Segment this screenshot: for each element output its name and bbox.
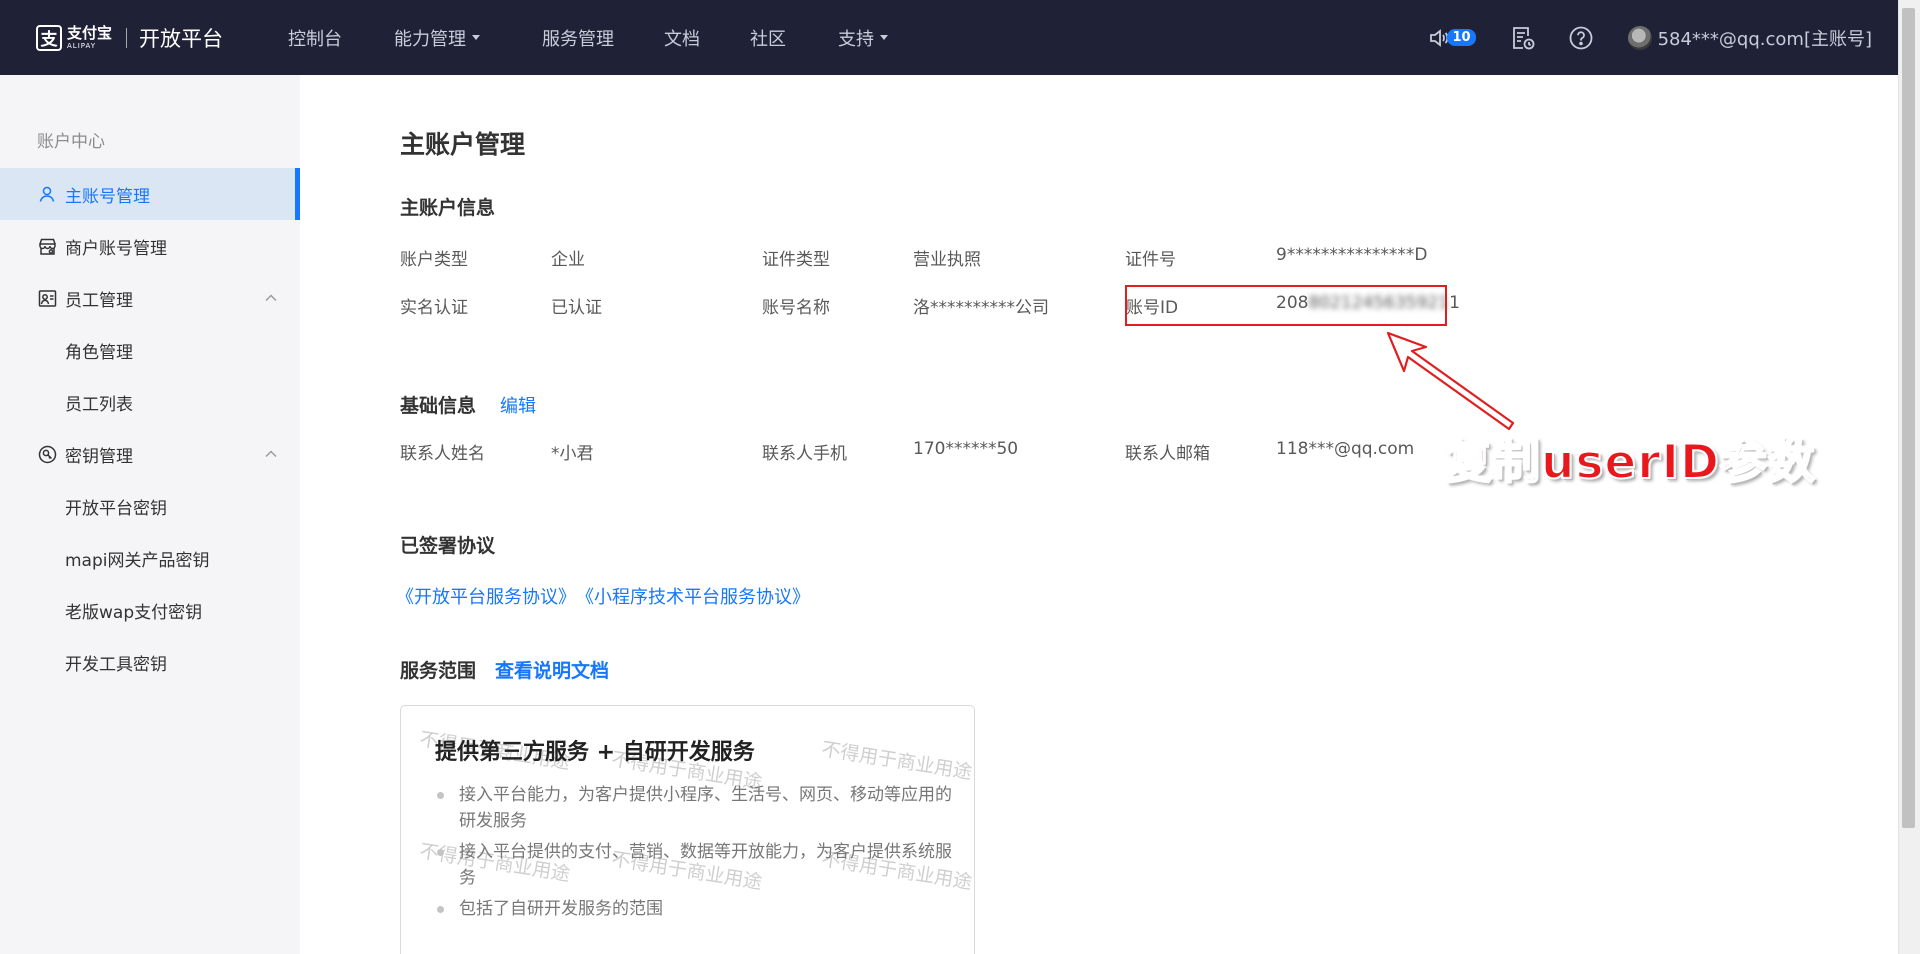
notification-button[interactable]: 10 [1427, 26, 1476, 50]
field-label-contact-email: 联系人邮箱 [1125, 444, 1210, 464]
user-menu[interactable]: 584***@qq.com[主账号] [1627, 25, 1872, 51]
watermark: 不得用于商业用途 [819, 738, 974, 784]
sidebar-item-devtool-key[interactable]: 开发工具密钥 [0, 636, 300, 688]
chevron-down-icon [880, 35, 888, 40]
top-navigation-bar: 支 支付宝 ALIPAY 开放平台 控制台 能力管理 服务管理 文档 社区 支持… [0, 0, 1898, 75]
field-label-cert-type: 证件类型 [762, 250, 830, 270]
field-value-contact-name: *小君 [551, 444, 594, 464]
user-account: 584***@qq.com[主账号] [1657, 28, 1872, 50]
sidebar-item-merchant-account[interactable]: 商户账号管理 [0, 220, 300, 272]
nav-service[interactable]: 服务管理 [542, 25, 614, 51]
nav-docs[interactable]: 文档 [664, 25, 700, 51]
chevron-up-icon [265, 294, 277, 301]
field-label-contact-name: 联系人姓名 [400, 444, 485, 464]
field-value-cert-type: 营业执照 [913, 250, 981, 270]
field-value-account-id[interactable]: 20880212456359211 [1276, 293, 1460, 313]
service-scope-title: 服务范围 [400, 660, 477, 682]
sidebar-item-mapi-key[interactable]: mapi网关产品密钥 [0, 532, 300, 584]
basic-info-title: 基础信息 [400, 395, 477, 417]
platform-title: 开放平台 [139, 26, 224, 51]
annotation-arrow [1386, 331, 1515, 431]
field-label-cert-number: 证件号 [1125, 250, 1176, 270]
scrollbar-thumb[interactable] [1902, 8, 1915, 828]
shop-icon [37, 236, 57, 256]
field-label-realname: 实名认证 [400, 298, 468, 318]
agreements-title: 已签署协议 [400, 535, 496, 557]
nav-community[interactable]: 社区 [750, 25, 786, 51]
alipay-logo[interactable]: 支 支付宝 ALIPAY 开放平台 [36, 23, 286, 53]
alipay-logo-mark: 支 [36, 24, 62, 51]
sidebar-item-staff-list[interactable]: 员工列表 [0, 376, 300, 428]
field-value-realname: 已认证 [551, 298, 602, 318]
annotation-label: 复制userID参数 [1444, 434, 1816, 491]
sidebar: 账户中心 主账号管理 商户账号管理 员工管理 角色管理 员工列表 密钥管理 开放… [0, 75, 300, 954]
brand-cn: 支付宝 [67, 23, 113, 42]
service-card-title: 提供第三方服务 + 自研开发服务 [435, 740, 755, 765]
staff-icon [37, 288, 57, 308]
nav-console[interactable]: 控制台 [288, 25, 342, 51]
chevron-down-icon [472, 35, 480, 40]
account-info-title: 主账户信息 [400, 197, 496, 219]
field-value-account-type: 企业 [551, 250, 585, 270]
agreement-link-mini-program[interactable]: 《小程序技术平台服务协议》 [576, 583, 810, 609]
logo-divider [126, 27, 128, 48]
main-nav: 控制台 能力管理 服务管理 文档 社区 支持 [288, 25, 888, 51]
nav-capability[interactable]: 能力管理 [394, 25, 480, 51]
sidebar-item-main-account[interactable]: 主账号管理 [0, 168, 300, 220]
sidebar-item-keys[interactable]: 密钥管理 [0, 428, 300, 480]
field-label-contact-phone: 联系人手机 [762, 444, 847, 464]
agreement-link-open-platform[interactable]: 《开放平台服务协议》 [396, 583, 576, 609]
field-label-account-id: 账号ID [1126, 298, 1179, 318]
nav-support[interactable]: 支持 [838, 25, 888, 51]
brand-en: ALIPAY [67, 41, 97, 50]
sidebar-item-staff[interactable]: 员工管理 [0, 272, 300, 324]
document-clock-icon [1512, 26, 1534, 49]
view-doc-link[interactable]: 查看说明文档 [495, 656, 609, 683]
field-value-contact-phone: 170******50 [913, 439, 1019, 459]
key-icon [37, 444, 57, 464]
masked-account-id: 8021245635921 [1308, 293, 1450, 313]
notification-badge: 10 [1447, 29, 1476, 46]
sidebar-item-open-platform-key[interactable]: 开放平台密钥 [0, 480, 300, 532]
field-value-contact-email: 118***@qq.com [1276, 439, 1415, 459]
avatar [1627, 25, 1652, 50]
field-label-account-name: 账号名称 [762, 298, 830, 318]
field-value-cert-number: 9***************D [1276, 245, 1428, 265]
tasks-button[interactable] [1510, 25, 1536, 51]
main-content: 主账户管理 主账户信息 账户类型 企业 证件类型 营业执照 证件号 9*****… [300, 75, 1898, 954]
help-button[interactable] [1568, 25, 1594, 51]
user-icon [37, 184, 57, 204]
help-icon [1569, 26, 1592, 49]
field-value-account-name: 洛**********公司 [913, 298, 1049, 318]
service-bullet: 接入平台提供的支付、营销、数据等开放能力，为客户提供系统服务 [435, 839, 955, 891]
page-title: 主账户管理 [400, 130, 526, 159]
field-label-account-type: 账户类型 [400, 250, 468, 270]
sidebar-item-roles[interactable]: 角色管理 [0, 324, 300, 376]
chevron-up-icon [265, 450, 277, 457]
sidebar-section-title: 账户中心 [37, 132, 105, 152]
agreement-links: 《开放平台服务协议》 《小程序技术平台服务协议》 [396, 583, 810, 609]
service-scope-card: 不得用于商业用途 不得用于商业用途 不得用于商业用途 不得用于商业用途 不得用于… [400, 705, 975, 954]
edit-basic-info-link[interactable]: 编辑 [500, 392, 536, 418]
service-bullet: 接入平台能力，为客户提供小程序、生活号、网页、移动等应用的研发服务 [435, 782, 955, 834]
service-bullet: 包括了自研开发服务的范围 [435, 896, 955, 922]
sidebar-item-wap-key[interactable]: 老版wap支付密钥 [0, 584, 300, 636]
